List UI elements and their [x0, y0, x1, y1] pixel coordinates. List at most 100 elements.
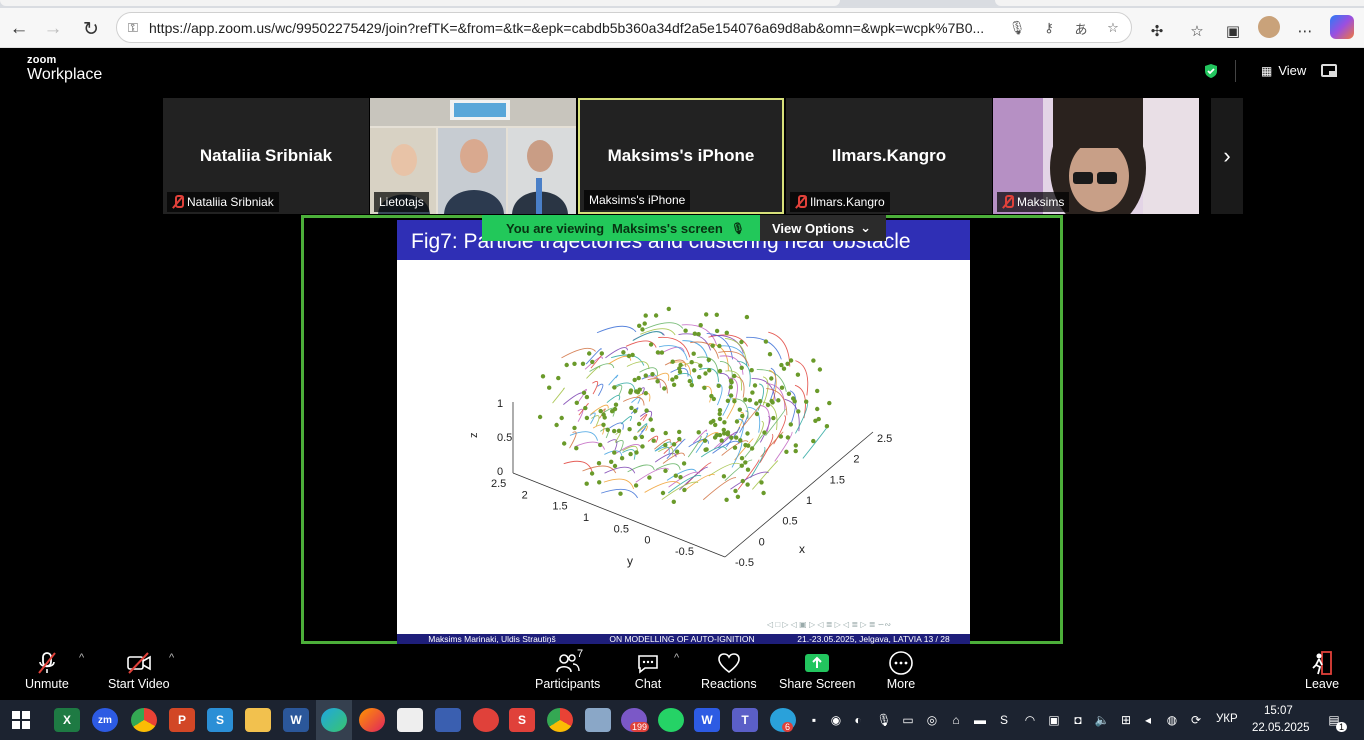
browser-tab[interactable]: [0, 0, 840, 6]
powerpoint-icon[interactable]: P: [169, 708, 195, 732]
file-explorer-icon[interactable]: [245, 708, 271, 732]
tray-security-icon[interactable]: ⊞: [1118, 712, 1134, 728]
address-bar[interactable]: ⚿ https://app.zoom.us/wc/99502275429/joi…: [116, 12, 1132, 43]
participant-label-text: Ilmars.Kangro: [810, 195, 885, 209]
leave-button[interactable]: Leave: [1305, 649, 1339, 691]
key-icon[interactable]: ⚷: [1039, 18, 1059, 38]
tray-usb-icon[interactable]: ⌂: [948, 712, 964, 728]
x-tick-label: 0: [759, 536, 765, 548]
app-s-icon[interactable]: S: [509, 708, 535, 732]
reload-icon[interactable]: ↻: [78, 16, 104, 42]
x-tick-label: 2.5: [877, 433, 892, 445]
participant-tile[interactable]: Maksims: [993, 98, 1199, 214]
share-screen-button[interactable]: Share Screen: [779, 649, 855, 691]
clock-time[interactable]: 15:07: [1264, 705, 1293, 717]
tray-wifi-icon[interactable]: ◠: [1022, 712, 1038, 728]
particle-point: [732, 373, 737, 379]
webex-icon[interactable]: W: [694, 708, 720, 732]
participant-tile[interactable]: Lietotajs: [370, 98, 576, 214]
language-indicator[interactable]: УКР: [1216, 713, 1238, 725]
word-icon[interactable]: W: [283, 708, 309, 732]
chrome-profile-icon[interactable]: [547, 708, 573, 732]
tray-speaker-icon[interactable]: ◂: [1140, 712, 1156, 728]
trajectory-line: [603, 478, 635, 490]
notepad-icon[interactable]: [397, 708, 423, 732]
collections-icon[interactable]: ▣: [1222, 20, 1244, 42]
tray-camera-icon[interactable]: ◘: [1070, 712, 1086, 728]
favorites-icon[interactable]: ☆: [1186, 20, 1208, 42]
leave-icon: [1307, 649, 1337, 677]
microphone-icon[interactable]: 🎙: [1007, 18, 1027, 38]
sway-icon[interactable]: S: [207, 708, 233, 732]
audio-options-caret[interactable]: ^: [79, 652, 84, 664]
picture-in-picture-icon[interactable]: [1321, 64, 1337, 77]
chat-options-caret[interactable]: ^: [674, 652, 679, 664]
more-button[interactable]: More: [886, 649, 916, 691]
start-windows-icon[interactable]: [12, 711, 30, 729]
tray-display-icon[interactable]: ▭: [900, 712, 916, 728]
excel-icon[interactable]: X: [54, 708, 80, 732]
participant-tile[interactable]: Nataliia Sribniak Nataliia Sribniak: [163, 98, 369, 214]
tray-volume-icon[interactable]: 🔈: [1094, 712, 1110, 728]
view-button[interactable]: ▦ View: [1261, 63, 1306, 78]
participant-tile[interactable]: Ilmars.Kangro Ilmars.Kangro: [786, 98, 992, 214]
participant-tile-active-speaker[interactable]: Maksims's iPhone Maksims's iPhone: [578, 98, 784, 214]
tray-teams-icon[interactable]: ▪: [806, 712, 822, 728]
next-page-arrow[interactable]: ›: [1211, 98, 1243, 214]
start-video-button[interactable]: Start Video: [108, 649, 170, 691]
particle-point: [754, 411, 760, 417]
viewing-banner: You are viewing Maksims's screen 🎙: [482, 215, 762, 241]
view-options-button[interactable]: View Options ⌄: [760, 215, 886, 241]
beamer-navigation-icons[interactable]: ◁ □ ▷ ◁ ▣ ▷ ◁ ≣ ▷ ◁ ≣ ▷ ≣ ∽∾: [767, 620, 891, 629]
tray-network-icon[interactable]: ▣: [1046, 712, 1062, 728]
anydesk-icon[interactable]: [473, 708, 499, 732]
clock-date[interactable]: 22.05.2025: [1252, 722, 1310, 734]
edge-icon[interactable]: [321, 708, 347, 732]
browser-tab[interactable]: [995, 0, 1364, 6]
extensions-icon[interactable]: ✣: [1146, 20, 1168, 42]
copilot-icon[interactable]: [1330, 15, 1354, 39]
security-shield-icon[interactable]: [1203, 63, 1219, 79]
zoom-app-icon[interactable]: zm: [92, 708, 118, 732]
tray-webex-icon[interactable]: ◉: [828, 712, 844, 728]
firefox-icon[interactable]: [359, 708, 385, 732]
tray-viber-icon[interactable]: ◎: [924, 712, 940, 728]
reactions-button[interactable]: Reactions: [701, 649, 757, 691]
particle-point: [674, 449, 680, 454]
tray-sync-icon[interactable]: ◐: [850, 712, 866, 728]
particle-point: [702, 385, 707, 390]
particle-point: [692, 331, 697, 336]
translate-icon[interactable]: あ: [1071, 18, 1091, 38]
video-options-caret[interactable]: ^: [169, 652, 174, 664]
tray-zoom-icon[interactable]: ◍: [1164, 712, 1180, 728]
particle-point: [644, 408, 649, 413]
chrome-icon[interactable]: [131, 708, 157, 732]
forward-icon[interactable]: →: [40, 16, 66, 42]
archive-icon[interactable]: [585, 708, 611, 732]
x-tick-labels: -0.5 0 0.5 1 1.5 2 2.5: [735, 433, 892, 569]
particle-point: [636, 375, 641, 381]
trajectory-line: [687, 435, 702, 458]
back-icon[interactable]: ←: [6, 16, 32, 42]
profile-avatar[interactable]: [1258, 16, 1280, 38]
save-disk-icon[interactable]: [435, 708, 461, 732]
particle-point: [632, 377, 637, 383]
particle-point: [725, 398, 731, 403]
whatsapp-icon[interactable]: [658, 708, 684, 732]
teams-icon[interactable]: T: [732, 708, 758, 732]
favorite-star-icon[interactable]: ☆: [1103, 18, 1123, 38]
url-text[interactable]: https://app.zoom.us/wc/99502275429/join?…: [149, 20, 1009, 36]
tray-battery-icon[interactable]: ▬: [972, 712, 988, 728]
more-menu-icon[interactable]: ⋯: [1294, 20, 1316, 42]
viewing-prefix: You are viewing: [506, 220, 605, 236]
tray-mic-icon[interactable]: 🎙: [876, 712, 892, 728]
site-info-icon[interactable]: ⚿: [123, 18, 143, 38]
tray-sync2-icon[interactable]: ⟳: [1188, 712, 1204, 728]
particle-point: [707, 368, 712, 373]
particle-point: [724, 497, 729, 502]
tray-app-s-icon[interactable]: S: [996, 712, 1012, 728]
particle-point: [769, 376, 774, 381]
unmute-button[interactable]: Unmute: [25, 649, 69, 691]
participants-button[interactable]: Participants: [535, 649, 600, 691]
chat-button[interactable]: Chat: [633, 649, 663, 691]
